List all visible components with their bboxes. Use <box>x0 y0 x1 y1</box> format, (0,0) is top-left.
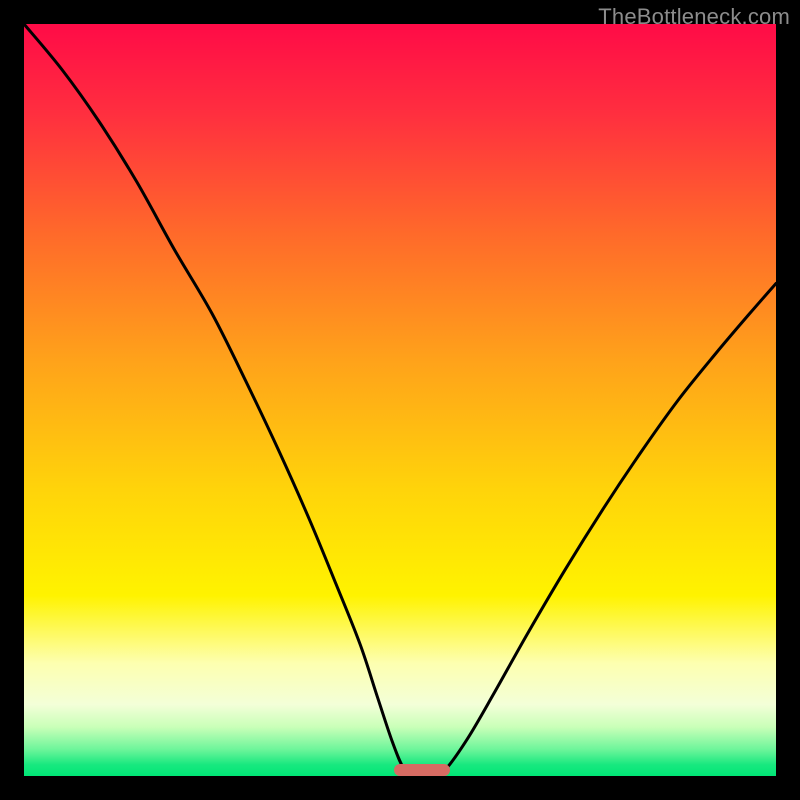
optimal-range-marker <box>394 764 450 776</box>
chart-frame: TheBottleneck.com <box>0 0 800 800</box>
bottleneck-curve <box>24 24 776 776</box>
plot-area <box>24 24 776 776</box>
watermark-text: TheBottleneck.com <box>598 4 790 30</box>
